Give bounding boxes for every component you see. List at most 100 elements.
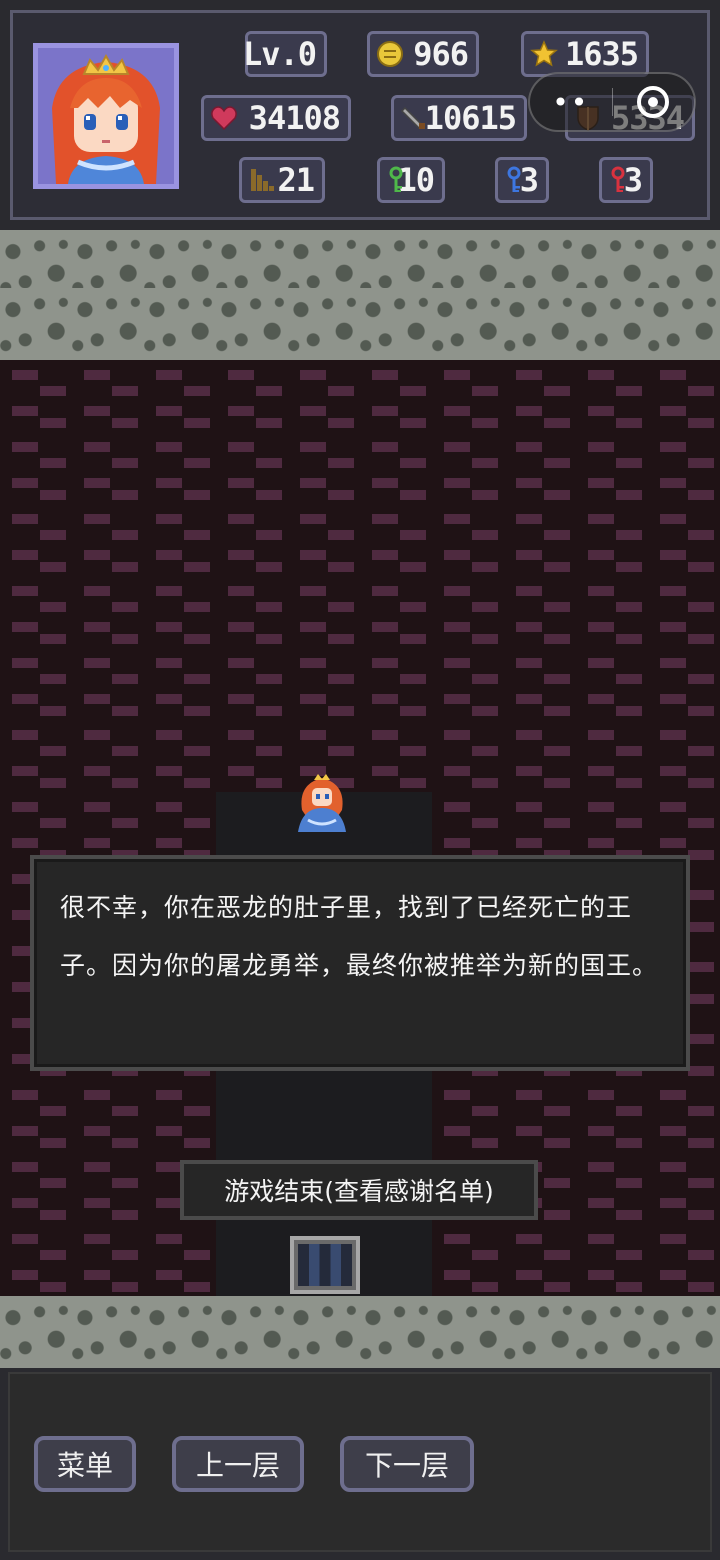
green-key-stat: 10 — [377, 157, 445, 203]
brick-tile — [648, 360, 720, 432]
brick-tile — [72, 648, 144, 720]
brick-tile — [144, 432, 216, 504]
brick-tile — [72, 792, 144, 864]
game-over-credits-button[interactable]: 游戏结束(查看感谢名单) — [180, 1160, 538, 1220]
heart-icon — [211, 106, 237, 131]
brick-tile — [360, 360, 432, 432]
hp-value: 34108 — [248, 99, 341, 137]
brick-tile — [288, 360, 360, 432]
brick-tile — [0, 648, 72, 720]
brick-tile — [216, 432, 288, 504]
brick-tile — [576, 432, 648, 504]
brick-tile — [288, 648, 360, 720]
brick-tile — [216, 648, 288, 720]
brick-tile — [288, 432, 360, 504]
brick-tile — [576, 1224, 648, 1296]
brick-tile — [504, 792, 576, 864]
blue-key-icon — [507, 166, 521, 192]
brick-tile — [72, 504, 144, 576]
brick-tile — [576, 360, 648, 432]
brick-tile — [360, 720, 432, 792]
brick-tile — [648, 1080, 720, 1152]
menu-button[interactable]: 菜单 — [34, 1436, 136, 1492]
brick-tile — [144, 648, 216, 720]
brick-tile — [432, 1080, 504, 1152]
brick-tile — [144, 720, 216, 792]
brick-tile — [0, 792, 72, 864]
gold-stat: 966 — [367, 31, 479, 77]
stairs-tile[interactable] — [290, 1236, 360, 1294]
brick-tile — [0, 1152, 72, 1224]
hero-sprite — [292, 770, 352, 834]
brick-tile — [72, 432, 144, 504]
stairs-icon — [251, 169, 274, 191]
brick-tile — [504, 1080, 576, 1152]
level-value: Lv.0 — [242, 35, 317, 73]
gold-coin-icon — [377, 41, 403, 67]
brick-tile — [648, 720, 720, 792]
top-stone-wall-row2 — [0, 288, 720, 360]
brick-tile — [432, 1224, 504, 1296]
brick-tile — [72, 1080, 144, 1152]
brick-tile — [504, 432, 576, 504]
red-key-stat: 3 — [599, 157, 653, 203]
brick-tile — [360, 504, 432, 576]
brick-tile — [576, 504, 648, 576]
floor-value: 21 — [277, 161, 315, 199]
brick-tile — [648, 648, 720, 720]
floor-stat: 21 — [239, 157, 325, 203]
brick-tile — [648, 432, 720, 504]
brick-tile — [144, 1224, 216, 1296]
brick-tile — [72, 1224, 144, 1296]
brick-tile — [504, 504, 576, 576]
miniprogram-capsule: •• — [528, 72, 696, 132]
brick-tile — [432, 432, 504, 504]
brick-tile — [216, 504, 288, 576]
bottom-stone-wall — [0, 1296, 720, 1368]
brick-tile — [144, 792, 216, 864]
brick-tile — [432, 648, 504, 720]
brick-tile — [648, 576, 720, 648]
brick-tile — [288, 576, 360, 648]
exp-stat: 1635 — [521, 31, 649, 77]
hero-portrait — [33, 43, 179, 189]
brick-tile — [216, 720, 288, 792]
brick-tile — [0, 1224, 72, 1296]
prev-floor-button[interactable]: 上一层 — [172, 1436, 304, 1492]
brick-tile — [216, 576, 288, 648]
blue-key-stat: 3 — [495, 157, 549, 203]
story-text: 很不幸，你在恶龙的肚子里，找到了已经死亡的王子。因为你的屠龙勇举，最终你被推举为… — [60, 893, 659, 980]
princess-portrait-icon — [38, 48, 174, 184]
brick-tile — [360, 648, 432, 720]
brick-tile — [576, 1152, 648, 1224]
brick-tile — [72, 720, 144, 792]
hp-stat: 34108 — [201, 95, 351, 141]
next-floor-button[interactable]: 下一层 — [340, 1436, 474, 1492]
brick-tile — [72, 1152, 144, 1224]
green-key-icon — [389, 166, 403, 192]
brick-tile — [648, 792, 720, 864]
star-icon — [530, 40, 558, 67]
brick-tile — [360, 432, 432, 504]
brick-tile — [360, 576, 432, 648]
brick-tile — [648, 504, 720, 576]
brick-tile — [0, 360, 72, 432]
brick-tile — [144, 576, 216, 648]
brick-tile — [144, 360, 216, 432]
princess-sprite-icon — [298, 774, 346, 832]
more-options-button[interactable]: •• — [530, 86, 612, 119]
sword-icon — [400, 106, 425, 130]
red-key-icon — [611, 166, 625, 192]
brick-tile — [576, 792, 648, 864]
brick-tile — [576, 720, 648, 792]
brick-tile — [576, 648, 648, 720]
brick-tile — [432, 360, 504, 432]
brick-tile — [0, 720, 72, 792]
brick-tile — [72, 576, 144, 648]
brick-tile — [0, 504, 72, 576]
brick-tile — [432, 720, 504, 792]
brick-tile — [216, 360, 288, 432]
close-miniprogram-button[interactable] — [612, 86, 694, 118]
brick-tile — [144, 1080, 216, 1152]
attack-stat: 10615 — [391, 95, 527, 141]
